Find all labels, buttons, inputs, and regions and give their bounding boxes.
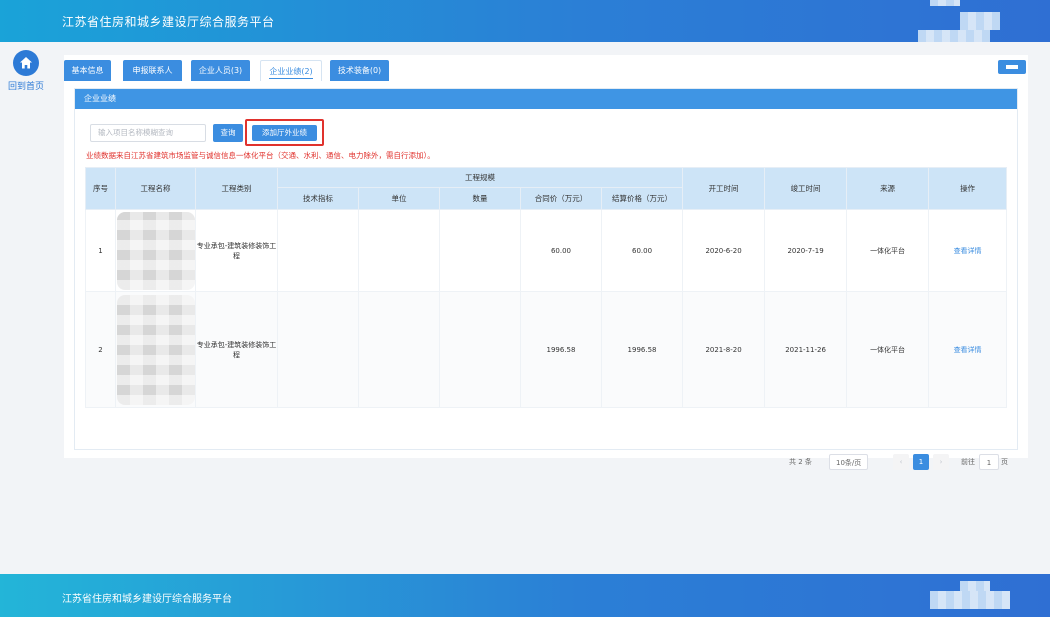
home-icon	[13, 50, 39, 76]
main-panel: 基本信息 申报联系人 企业人员(3) 企业业绩(2) 技术装备(0) 企业业绩 …	[64, 55, 1028, 470]
goto-page-input[interactable]: 1	[979, 454, 999, 470]
cell-unit	[358, 209, 440, 292]
col-unit: 单位	[358, 187, 440, 210]
tab-contact[interactable]: 申报联系人	[123, 60, 182, 81]
cell-end-date: 2021-11-26	[764, 291, 848, 408]
view-detail-link[interactable]: 查看详情	[928, 291, 1008, 408]
tab-equipment[interactable]: 技术装备(0)	[330, 60, 389, 81]
cell-tech-index	[277, 209, 359, 292]
footer-title: 江苏省住房和城乡建设厅综合服务平台	[62, 594, 232, 605]
section-title: 企业业绩	[75, 89, 1017, 109]
cell-index: 2	[85, 291, 116, 408]
cell-quantity	[439, 209, 521, 292]
cell-name-redacted	[115, 291, 196, 408]
prev-page-icon[interactable]: ‹	[893, 454, 909, 470]
tab-performance-label: 企业业绩(2)	[269, 67, 313, 79]
cell-name-redacted	[115, 209, 196, 292]
table-row: 1 专业承包-建筑装修装饰工程 60.00 60.00 2020-6-20 20…	[85, 209, 1008, 292]
cell-contract-price: 1996.58	[520, 291, 602, 408]
home-button[interactable]: 回到首页	[8, 50, 45, 92]
col-scale-group: 工程规模	[276, 167, 684, 188]
top-header: 江苏省住房和城乡建设厅综合服务平台	[0, 0, 1050, 42]
add-button-highlight: 添加厅外业绩	[245, 119, 324, 146]
menu-icon	[1006, 65, 1018, 69]
query-button[interactable]: 查询	[213, 124, 243, 142]
page-size-select[interactable]: 10条/页	[829, 454, 869, 470]
table-row: 2 专业承包-建筑装修装饰工程 1996.58 1996.58 2021-8-2…	[85, 291, 1008, 408]
menu-button[interactable]	[998, 60, 1026, 74]
cell-contract-price: 60.00	[520, 209, 602, 292]
cell-settle-price: 1996.58	[600, 291, 684, 408]
cell-category: 专业承包-建筑装修装饰工程	[195, 209, 278, 292]
footer-logo-redacted	[930, 591, 1010, 609]
cell-settle-price: 60.00	[600, 209, 684, 292]
site-title: 江苏省住房和城乡建设厅综合服务平台	[62, 15, 275, 29]
performance-table: 序号 工程名称 工程类别 工程规模 开工时间 竣工时间 来源 操作 技术指标 单…	[85, 167, 1008, 408]
footer: 江苏省住房和城乡建设厅综合服务平台	[0, 574, 1050, 617]
next-page-icon[interactable]: ›	[933, 454, 949, 470]
col-action: 操作	[928, 167, 1008, 210]
col-settle-price: 结算价格（万元）	[600, 187, 684, 210]
performance-section: 企业业绩 输入项目名称模糊查询 查询 添加厅外业绩 业绩数据来自江苏省建筑市场监…	[74, 88, 1018, 470]
goto-label: 前往	[961, 458, 975, 466]
user-info-redacted	[960, 12, 1000, 30]
pagination: 共 2 条 10条/页 ‹ 1 › 前往 1 页	[789, 454, 1008, 470]
cell-end-date: 2020-7-19	[764, 209, 848, 292]
pagination-total: 共 2 条	[789, 458, 812, 466]
footer-logo-redacted	[960, 581, 990, 591]
view-detail-link[interactable]: 查看详情	[928, 209, 1008, 292]
data-source-notice: 业绩数据来自江苏省建筑市场监管与诚信信息一体化平台（交通、水利、通信、电力除外，…	[86, 151, 435, 160]
col-category: 工程类别	[195, 167, 278, 210]
search-input[interactable]: 输入项目名称模糊查询	[90, 124, 206, 142]
cell-category: 专业承包-建筑装修装饰工程	[195, 291, 278, 408]
col-index: 序号	[85, 167, 116, 210]
col-source: 来源	[846, 167, 930, 210]
tab-performance[interactable]: 企业业绩(2)	[260, 60, 322, 81]
cell-source: 一体化平台	[846, 209, 930, 292]
cell-start-date: 2021-8-20	[682, 291, 766, 408]
col-contract-price: 合同价（万元）	[520, 187, 602, 210]
cell-start-date: 2020-6-20	[682, 209, 766, 292]
user-info-redacted	[930, 0, 960, 6]
page-number-current[interactable]: 1	[913, 454, 929, 470]
cell-quantity	[439, 291, 521, 408]
cell-source: 一体化平台	[846, 291, 930, 408]
col-tech-index: 技术指标	[277, 187, 359, 210]
col-name: 工程名称	[115, 167, 196, 210]
col-start-date: 开工时间	[682, 167, 766, 210]
col-end-date: 竣工时间	[764, 167, 848, 210]
cell-index: 1	[85, 209, 116, 292]
page-unit-label: 页	[1001, 458, 1008, 466]
user-info-redacted	[918, 30, 990, 42]
col-quantity: 数量	[439, 187, 521, 210]
cell-tech-index	[277, 291, 359, 408]
cell-unit	[358, 291, 440, 408]
add-performance-button[interactable]: 添加厅外业绩	[252, 125, 317, 141]
home-label: 回到首页	[8, 82, 45, 92]
tab-basic-info[interactable]: 基本信息	[64, 60, 111, 81]
tab-staff[interactable]: 企业人员(3)	[191, 60, 250, 81]
